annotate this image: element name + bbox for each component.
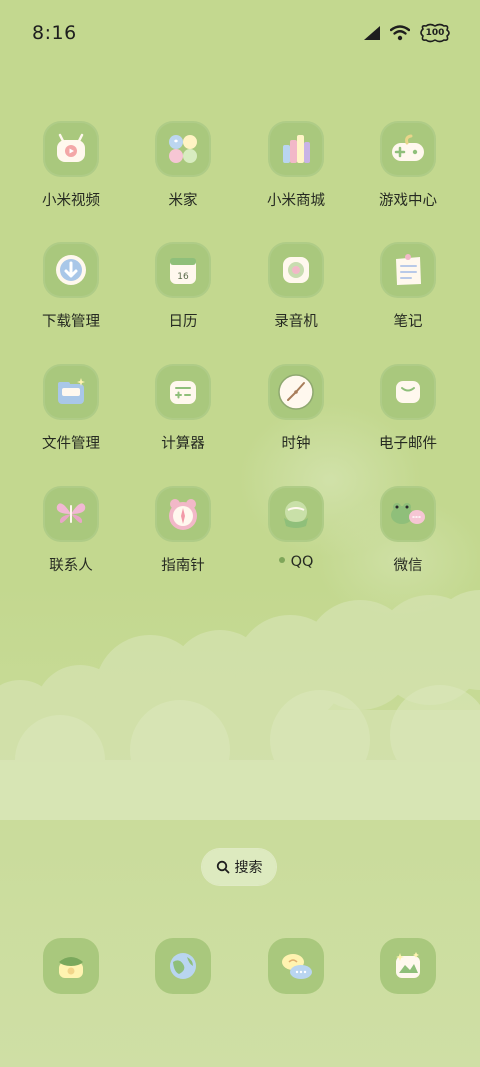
app-icon-tile xyxy=(155,486,211,542)
app-icon-tile xyxy=(43,486,99,542)
app-label: 小米视频 xyxy=(42,193,100,209)
app-label: 游戏中心 xyxy=(379,193,437,209)
app-icon-tile xyxy=(268,364,324,420)
recorder-icon xyxy=(283,257,309,283)
status-time: 8:16 xyxy=(32,22,77,44)
app-label: 文件管理 xyxy=(42,436,100,452)
app-icon-tile xyxy=(268,121,324,177)
app-icon-tile: 16 xyxy=(155,242,211,298)
download-icon xyxy=(56,255,86,285)
dock-gallery[interactable] xyxy=(380,938,436,994)
mail-icon xyxy=(396,381,420,403)
clock-icon xyxy=(278,374,314,410)
app-icon-tile xyxy=(43,242,99,298)
calculator-icon xyxy=(170,381,196,404)
status-bar: 8:16 100 xyxy=(0,0,480,68)
app-label: 笔记 xyxy=(393,314,423,330)
app-notes[interactable]: 笔记 xyxy=(358,242,458,342)
mijia-grid-icon xyxy=(169,135,197,163)
app-wechat[interactable]: 微信 xyxy=(358,486,458,586)
battery-level: 100 xyxy=(425,28,445,38)
app-compass[interactable]: 指南针 xyxy=(133,486,233,586)
app-label: 时钟 xyxy=(281,436,311,452)
dock-browser[interactable] xyxy=(155,938,211,994)
app-icon-tile xyxy=(380,486,436,542)
battery-icon: 100 xyxy=(418,23,452,43)
search-label: 搜索 xyxy=(234,860,263,876)
app-xiaomi-video[interactable]: 小米视频 xyxy=(21,121,121,221)
app-recorder[interactable]: 录音机 xyxy=(246,242,346,342)
app-label: 指南针 xyxy=(161,558,205,574)
gallery-icon xyxy=(396,952,420,978)
messages-icon xyxy=(282,954,312,979)
cloud-wallpaper-art xyxy=(0,590,480,820)
app-icon-tile xyxy=(380,121,436,177)
app-email[interactable]: 电子邮件 xyxy=(358,364,458,464)
app-calendar[interactable]: 16 日历 xyxy=(133,242,233,342)
app-xiaomi-store[interactable]: 小米商城 xyxy=(246,121,346,221)
app-label: 联系人 xyxy=(49,558,93,574)
calendar-icon: 16 xyxy=(170,258,196,284)
wifi-icon xyxy=(390,25,410,41)
signal-icon xyxy=(364,26,380,40)
app-icon-tile xyxy=(380,364,436,420)
app-qq[interactable]: QQ xyxy=(246,486,346,586)
shopping-bars-icon xyxy=(283,135,310,163)
browser-globe-icon xyxy=(170,953,196,979)
search-button[interactable]: 搜索 xyxy=(202,849,276,885)
butterfly-icon xyxy=(56,503,86,523)
qq-penguin-icon xyxy=(284,501,308,528)
app-icon-tile xyxy=(268,486,324,542)
app-icon-tile xyxy=(155,364,211,420)
app-icon-tile xyxy=(380,242,436,298)
folder-icon xyxy=(58,378,85,404)
wechat-frog-icon xyxy=(391,503,425,524)
app-label: 录音机 xyxy=(274,314,318,330)
app-calculator[interactable]: 计算器 xyxy=(133,364,233,464)
app-label: QQ xyxy=(246,554,346,570)
search-icon xyxy=(216,860,229,874)
app-contacts[interactable]: 联系人 xyxy=(21,486,121,586)
app-downloads[interactable]: 下载管理 xyxy=(21,242,121,342)
app-label: 微信 xyxy=(393,558,423,574)
app-icon-tile xyxy=(43,364,99,420)
app-file-manager[interactable]: 文件管理 xyxy=(21,364,121,464)
app-label: 小米商城 xyxy=(267,193,325,209)
gamepad-icon xyxy=(392,134,424,161)
app-label: 计算器 xyxy=(161,436,205,452)
calendar-day: 16 xyxy=(177,272,189,282)
app-icon-tile xyxy=(268,242,324,298)
app-label: 米家 xyxy=(168,193,198,209)
dock-messages[interactable] xyxy=(268,938,324,994)
phone-icon xyxy=(59,957,83,978)
app-icon-tile xyxy=(155,121,211,177)
app-label: 下载管理 xyxy=(42,314,100,330)
app-label-text: QQ xyxy=(290,554,314,570)
notes-icon xyxy=(396,254,421,285)
dock-phone[interactable] xyxy=(43,938,99,994)
app-icon-tile xyxy=(43,121,99,177)
app-clock[interactable]: 时钟 xyxy=(246,364,346,464)
update-dot xyxy=(278,557,285,563)
app-label: 电子邮件 xyxy=(379,436,437,452)
app-mijia[interactable]: 米家 xyxy=(133,121,233,221)
tv-icon xyxy=(57,133,85,162)
status-icons: 100 xyxy=(362,22,452,44)
app-label: 日历 xyxy=(168,314,198,330)
compass-icon xyxy=(169,499,197,530)
app-game-center[interactable]: 游戏中心 xyxy=(358,121,458,221)
